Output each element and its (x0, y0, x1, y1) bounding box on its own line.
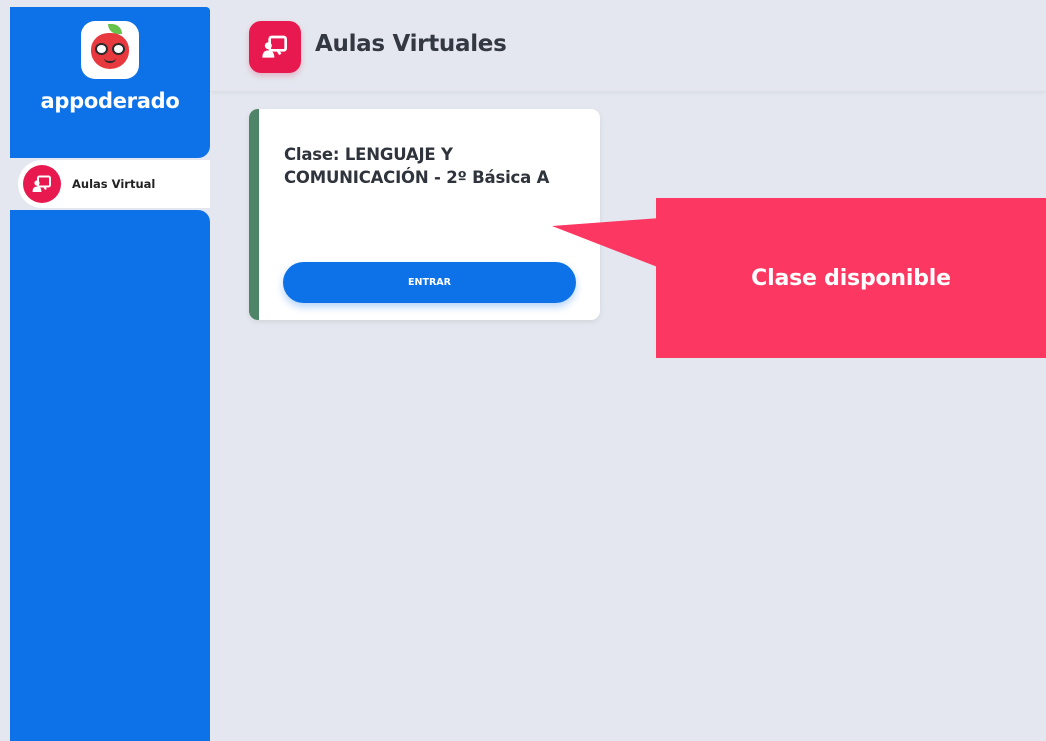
logo-text: appoderado (40, 89, 180, 113)
apple-logo-icon (81, 21, 139, 79)
page-header: Aulas Virtuales (210, 0, 1046, 92)
class-card: Clase: LENGUAJE Y COMUNICACIÓN - 2º Bási… (249, 109, 600, 320)
callout-text: Clase disponible (751, 265, 951, 291)
sidebar-lower-panel (10, 210, 210, 741)
class-title: Clase: LENGUAJE Y COMUNICACIÓN - 2º Bási… (284, 145, 550, 187)
callout-box: Clase disponible (656, 198, 1046, 358)
classroom-board-icon (23, 165, 61, 203)
classroom-board-icon (249, 21, 301, 73)
enter-class-button[interactable]: ENTRAR (283, 262, 576, 303)
sidebar: appoderado (10, 7, 210, 158)
sidebar-item-aulas-virtual[interactable]: Aulas Virtual (18, 160, 210, 208)
sidebar-item-label: Aulas Virtual (72, 177, 156, 191)
page-title: Aulas Virtuales (315, 31, 507, 57)
card-accent-bar (249, 109, 259, 320)
logo[interactable]: appoderado (10, 21, 210, 113)
